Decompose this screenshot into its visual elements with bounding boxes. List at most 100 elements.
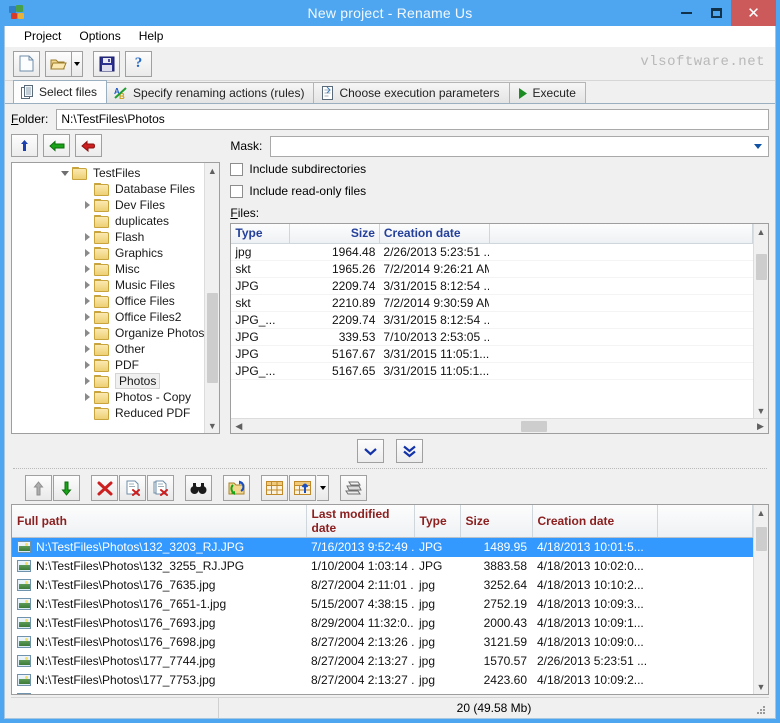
files-row[interactable]: jpg 1964.48 2/26/2013 5:23:51 ... — [231, 243, 753, 261]
expand-triangle-icon[interactable] — [80, 201, 94, 209]
add-selected-button[interactable] — [357, 439, 384, 463]
remove-button[interactable] — [91, 475, 118, 501]
grid-view-button[interactable] — [261, 475, 288, 501]
tree-node[interactable]: Office Files2 — [12, 309, 204, 325]
menu-item-options[interactable]: Options — [70, 27, 129, 45]
include-readonly-checkbox[interactable] — [230, 184, 244, 198]
table-row[interactable]: N:\TestFiles\Photos\176_7698.jpg 8/27/200… — [12, 633, 753, 652]
tree-node[interactable]: Graphics — [12, 245, 204, 261]
files-grid[interactable]: Type Size Creation date jpg 1964.48 2/26/201… — [230, 223, 770, 434]
table-row[interactable]: N:\TestFiles\Photos\132_3203_RJ.JPG 7/16/… — [12, 537, 753, 557]
expand-triangle-icon[interactable] — [80, 265, 94, 273]
move-up-button[interactable] — [25, 475, 52, 501]
list-column-header[interactable]: Size — [460, 505, 533, 538]
files-row[interactable]: skt 2210.89 7/2/2014 9:30:59 AM — [231, 294, 753, 312]
files-row[interactable]: JPG 5167.67 3/31/2015 11:05:1... — [231, 345, 753, 363]
print-button[interactable] — [340, 475, 367, 501]
tree-node[interactable]: Organize Photos — [12, 325, 204, 341]
tree-node[interactable]: Flash — [12, 229, 204, 245]
table-row[interactable]: N:\TestFiles\Photos\177_7744.jpg 8/27/200… — [12, 652, 753, 671]
export-button[interactable] — [289, 475, 316, 501]
refresh-button[interactable] — [75, 134, 102, 157]
folder-input[interactable] — [56, 108, 769, 130]
save-project-button[interactable] — [93, 50, 120, 77]
expand-triangle-icon[interactable] — [80, 313, 94, 321]
scroll-thumb[interactable] — [756, 527, 767, 551]
expand-triangle-icon[interactable] — [80, 233, 94, 241]
tree-node[interactable]: TestFiles — [12, 165, 204, 181]
expand-triangle-icon[interactable] — [80, 345, 94, 353]
table-row[interactable]: N:\TestFiles\Photos\177_7753.jpg 8/27/200… — [12, 671, 753, 690]
files-vertical-scrollbar[interactable]: ▲ ▼ — [753, 224, 769, 418]
tree-node[interactable]: duplicates — [12, 213, 204, 229]
files-row[interactable]: JPG_... 5167.65 3/31/2015 11:05:1... — [231, 362, 753, 380]
files-row[interactable]: JPG 2209.74 3/31/2015 8:12:54 ... — [231, 277, 753, 295]
list-column-header[interactable]: Type — [414, 505, 461, 538]
selected-files-list[interactable]: Full path Last modified date Type Size Creat… — [11, 504, 769, 695]
expand-triangle-icon[interactable] — [80, 297, 94, 305]
expand-triangle-icon[interactable] — [80, 249, 94, 257]
remove-file-button[interactable] — [119, 475, 146, 501]
expand-triangle-icon[interactable] — [80, 393, 94, 401]
folder-tree[interactable]: TestFiles Database Files Dev Files duplicat… — [11, 162, 221, 434]
scroll-up-arrow[interactable]: ▲ — [754, 505, 769, 520]
include-subdirectories-row[interactable]: Include subdirectories — [230, 158, 769, 180]
table-row[interactable]: N:\TestFiles\Photos\176_7651-1.jpg 5/15/2… — [12, 595, 753, 614]
table-row[interactable]: N:\TestFiles\Photos\176_7693.jpg 8/29/200… — [12, 614, 753, 633]
tree-node[interactable]: Other — [12, 341, 204, 357]
tree-node[interactable]: Photos — [12, 373, 204, 389]
table-row[interactable]: N:\TestFiles\Photos\132_3255_RJ.JPG 1/10/… — [12, 557, 753, 576]
tab-select-files[interactable]: Select files — [13, 80, 108, 103]
expand-triangle-icon[interactable] — [80, 361, 94, 369]
minimize-button[interactable] — [671, 0, 701, 26]
add-all-button[interactable] — [396, 439, 423, 463]
open-project-button[interactable] — [45, 50, 72, 77]
close-button[interactable]: ✕ — [731, 0, 776, 26]
table-row[interactable]: N:\TestFiles\Photos\177_7753_Fotor.jpg 4/… — [12, 690, 753, 694]
tree-node[interactable]: Office Files — [12, 293, 204, 309]
scroll-down-arrow[interactable]: ▼ — [754, 403, 769, 418]
tab-execute[interactable]: Execute — [508, 82, 586, 103]
list-vertical-scrollbar[interactable]: ▲ ▼ — [753, 505, 768, 694]
tab-execution-parameters[interactable]: Choose execution parameters — [313, 82, 510, 103]
scroll-right-arrow[interactable]: ▶ — [753, 421, 768, 432]
scroll-left-arrow[interactable]: ◀ — [231, 421, 246, 432]
include-readonly-row[interactable]: Include read-only files — [230, 180, 769, 202]
scroll-thumb[interactable] — [207, 293, 219, 383]
expand-triangle-icon[interactable] — [80, 329, 94, 337]
expand-triangle-icon[interactable] — [80, 281, 94, 289]
list-column-header[interactable]: Full path — [12, 505, 307, 538]
scroll-down-arrow[interactable]: ▼ — [205, 418, 219, 433]
mask-combobox[interactable] — [270, 135, 770, 157]
new-project-button[interactable] — [13, 50, 40, 77]
files-horizontal-scrollbar[interactable]: ◀ ▶ — [231, 418, 769, 433]
files-row[interactable]: skt 1965.26 7/2/2014 9:26:21 AM — [231, 260, 753, 278]
collapse-triangle-icon[interactable] — [58, 170, 72, 176]
scroll-thumb-horizontal[interactable] — [521, 421, 548, 432]
up-one-level-button[interactable] — [11, 134, 38, 157]
find-button[interactable] — [185, 475, 212, 501]
export-dropdown[interactable] — [317, 475, 329, 501]
panel-splitter[interactable] — [13, 468, 767, 469]
remove-all-button[interactable] — [147, 475, 174, 501]
scroll-down-arrow[interactable]: ▼ — [754, 679, 769, 694]
tree-node[interactable]: PDF — [12, 357, 204, 373]
files-row[interactable]: JPG 339.53 7/10/2013 2:53:05 ... — [231, 328, 753, 346]
include-subdirectories-checkbox[interactable] — [230, 162, 244, 176]
files-column-header[interactable]: Type — [231, 224, 290, 244]
tab-specify-rules[interactable]: A B Specify renaming actions (rules) — [106, 82, 315, 103]
files-column-header[interactable]: Creation date — [379, 224, 490, 244]
table-row[interactable]: N:\TestFiles\Photos\176_7635.jpg 8/27/200… — [12, 576, 753, 595]
tree-vertical-scrollbar[interactable]: ▲ ▼ — [204, 163, 220, 433]
list-column-header[interactable]: Last modified date — [306, 505, 415, 538]
resize-grip[interactable] — [756, 705, 766, 715]
list-column-header[interactable]: Creation date — [532, 505, 658, 538]
files-column-header[interactable]: Size — [289, 224, 380, 244]
tree-node[interactable]: Dev Files — [12, 197, 204, 213]
scroll-up-arrow[interactable]: ▲ — [205, 163, 219, 178]
scroll-up-arrow[interactable]: ▲ — [754, 224, 769, 239]
files-row[interactable]: JPG_... 2209.74 3/31/2015 8:12:54 ... — [231, 311, 753, 329]
move-down-button[interactable] — [53, 475, 80, 501]
tree-node[interactable]: Photos - Copy — [12, 389, 204, 405]
tree-node[interactable]: Misc — [12, 261, 204, 277]
